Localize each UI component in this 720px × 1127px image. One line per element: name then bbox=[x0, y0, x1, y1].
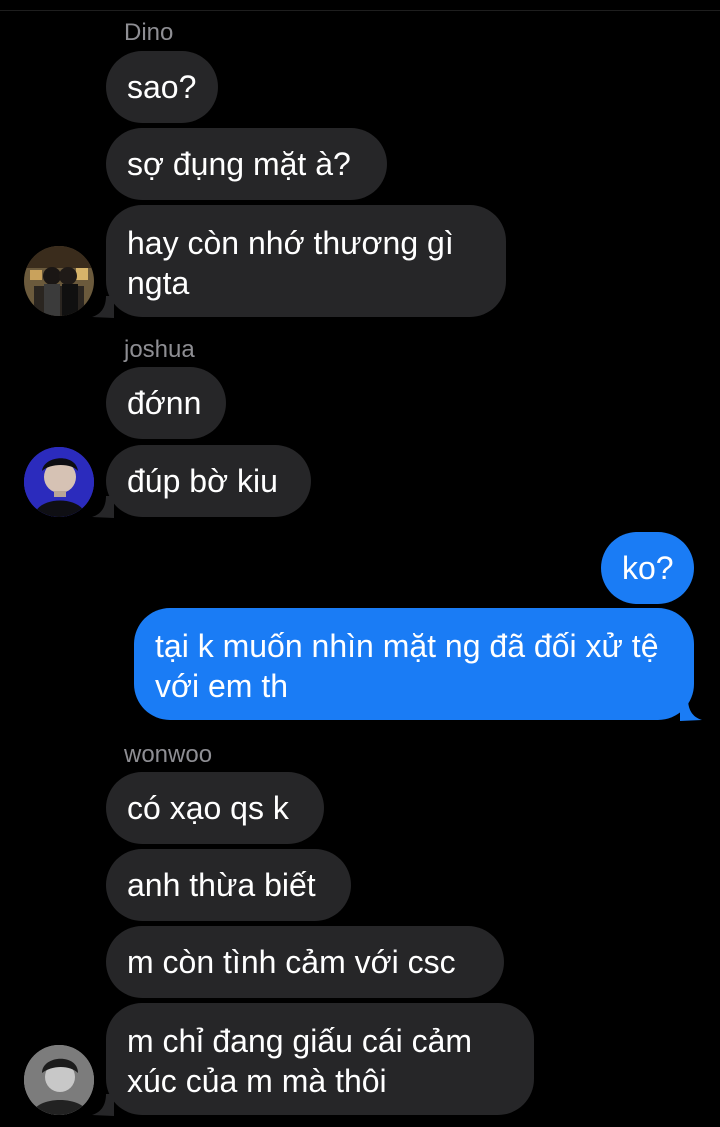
message-bubble[interactable]: anh thừa biết bbox=[106, 849, 351, 921]
bubble-tail bbox=[92, 1094, 114, 1116]
avatar-photo-icon bbox=[24, 1045, 94, 1115]
message-bubble[interactable]: ko? bbox=[601, 532, 694, 604]
dino-avatar[interactable] bbox=[24, 246, 94, 316]
message-text: đớnn bbox=[127, 385, 202, 421]
message-bubble[interactable]: m chỉ đang giấu cái cảm xúc của m mà thô… bbox=[106, 1003, 534, 1115]
message-text: m còn tình cảm với csc bbox=[127, 944, 456, 980]
bubble-tail bbox=[680, 699, 702, 721]
message-bubble[interactable]: đớnn bbox=[106, 367, 226, 439]
status-bar-remnant bbox=[0, 0, 720, 11]
message-text: có xạo qs k bbox=[127, 790, 289, 826]
message-bubble[interactable]: hay còn nhớ thương gì ngta bbox=[106, 205, 506, 317]
sender-name: wonwoo bbox=[124, 741, 213, 768]
avatar-photo-icon bbox=[24, 246, 94, 316]
sender-name: Dino bbox=[124, 19, 174, 46]
message-bubble[interactable]: tại k muốn nhìn mặt ng đã đối xử tệ với … bbox=[134, 608, 694, 720]
joshua-avatar[interactable] bbox=[24, 447, 94, 517]
wonwoo-avatar[interactable] bbox=[24, 1045, 94, 1115]
message-bubble[interactable]: m còn tình cảm với csc bbox=[106, 926, 504, 998]
message-bubble[interactable]: đúp bờ kiu bbox=[106, 445, 311, 517]
message-bubble[interactable]: có xạo qs k bbox=[106, 772, 324, 844]
message-text: m chỉ đang giấu cái cảm xúc của m mà thô… bbox=[127, 1023, 473, 1099]
avatar-photo-icon bbox=[24, 447, 94, 517]
bubble-tail bbox=[92, 296, 114, 318]
message-text: sao? bbox=[127, 69, 197, 105]
message-text: sợ đụng mặt à? bbox=[127, 146, 351, 182]
message-bubble[interactable]: sao? bbox=[106, 51, 218, 123]
bubble-tail bbox=[92, 496, 114, 518]
message-text: tại k muốn nhìn mặt ng đã đối xử tệ với … bbox=[155, 628, 659, 704]
message-text: ko? bbox=[622, 550, 674, 586]
message-text: hay còn nhớ thương gì ngta bbox=[127, 225, 454, 301]
message-bubble[interactable]: sợ đụng mặt à? bbox=[106, 128, 387, 200]
message-text: anh thừa biết bbox=[127, 867, 316, 903]
message-text: đúp bờ kiu bbox=[127, 463, 278, 499]
sender-name: joshua bbox=[124, 336, 195, 363]
